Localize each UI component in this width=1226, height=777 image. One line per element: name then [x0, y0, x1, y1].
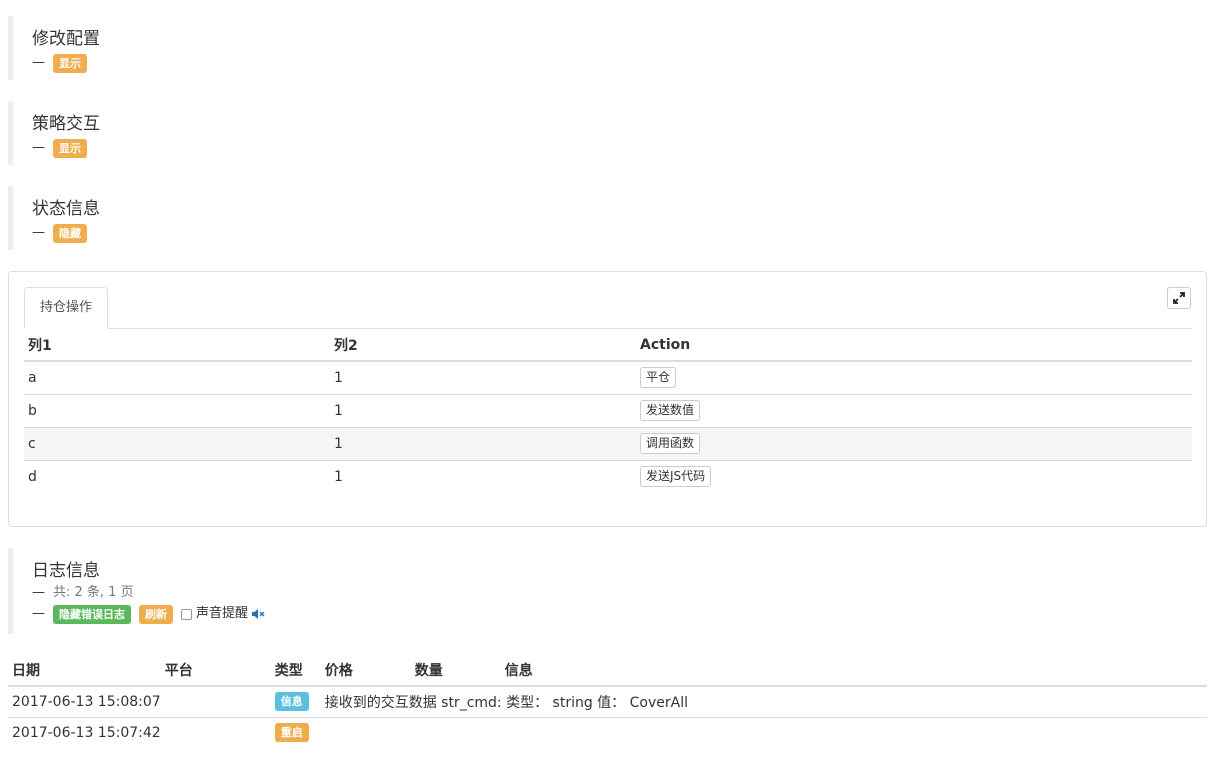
section-title: 策略交互 [32, 114, 100, 134]
dash: — [32, 606, 45, 621]
column-header: Action [636, 330, 1192, 362]
section-logs: 日志信息 — 共: 2 条, 1 页 — 隐藏错误日志 刷新 声音提醒 [8, 548, 1206, 634]
call-function-button[interactable]: 调用函数 [640, 433, 701, 454]
table-row: 2017-06-13 15:07:42 重启 [8, 716, 1207, 748]
column-header: 列2 [330, 330, 636, 362]
log-info [320, 716, 1207, 748]
log-platform [160, 716, 271, 748]
cell: c [24, 426, 330, 460]
section-interaction: 策略交互 — 显示 [8, 101, 1206, 165]
show-config-button[interactable]: 显示 [53, 53, 87, 73]
sound-alert-checkbox[interactable] [181, 608, 192, 620]
tab-bar: 持仓操作 [24, 287, 1191, 329]
send-js-code-button[interactable]: 发送JS代码 [640, 466, 712, 488]
section-config: 修改配置 — 显示 [8, 16, 1206, 80]
section-title: 修改配置 [32, 29, 100, 49]
column-header: 日期 [8, 655, 161, 687]
column-header: 类型 [270, 655, 321, 687]
column-header: 数量 [410, 655, 501, 687]
positions-table: 列1 列2 Action a 1 平仓 b 1 发送数值 c 1 调用函数 d … [24, 330, 1192, 493]
log-type-badge: 重启 [274, 723, 309, 743]
dash: — [32, 55, 45, 70]
speaker-muted-icon[interactable] [251, 608, 265, 620]
cell: 1 [330, 426, 636, 460]
refresh-button[interactable]: 刷新 [139, 604, 173, 624]
table-row: 2017-06-13 15:08:07 信息 接收到的交互数据 str_cmd:… [8, 685, 1207, 717]
send-value-button[interactable]: 发送数值 [640, 400, 701, 421]
expand-button[interactable] [1167, 287, 1191, 309]
log-date: 2017-06-13 15:08:07 [8, 685, 161, 717]
cell: 1 [330, 360, 636, 394]
cell: d [24, 459, 330, 493]
expand-icon [1173, 292, 1185, 304]
log-info: 接收到的交互数据 str_cmd: 类型： string 值： CoverAll [320, 685, 1207, 717]
column-header: 平台 [160, 655, 271, 687]
column-header: 信息 [500, 655, 1207, 687]
section-title: 日志信息 [32, 561, 100, 581]
dash: — [32, 140, 45, 155]
hide-error-logs-button[interactable]: 隐藏错误日志 [53, 604, 131, 624]
show-interaction-button[interactable]: 显示 [53, 138, 87, 158]
status-panel: 持仓操作 列1 列2 Action a 1 平仓 b 1 发送数值 c 1 调用… [8, 271, 1207, 527]
log-date: 2017-06-13 15:07:42 [8, 716, 161, 748]
dash: — [32, 585, 45, 600]
dash: — [32, 225, 45, 240]
table-row: b 1 发送数值 [24, 393, 1192, 427]
column-header: 列1 [24, 330, 330, 362]
cell: 1 [330, 459, 636, 493]
close-position-button[interactable]: 平仓 [640, 367, 677, 389]
column-header: 价格 [320, 655, 411, 687]
table-row: a 1 平仓 [24, 360, 1192, 394]
sound-alert-label: 声音提醒 [196, 606, 249, 621]
tab-positions[interactable]: 持仓操作 [24, 287, 109, 329]
section-status: 状态信息 — 隐藏 [8, 186, 1206, 250]
cell: 1 [330, 393, 636, 427]
log-type-badge: 信息 [274, 692, 309, 712]
log-summary: 共: 2 条, 1 页 [53, 585, 134, 600]
log-platform [160, 685, 271, 717]
cell: b [24, 393, 330, 427]
table-row: d 1 发送JS代码 [24, 459, 1192, 493]
table-row: c 1 调用函数 [24, 426, 1192, 460]
log-table: 日期 平台 类型 价格 数量 信息 2017-06-13 15:08:07 信息… [8, 655, 1207, 748]
cell: a [24, 360, 330, 394]
hide-status-button[interactable]: 隐藏 [53, 223, 87, 243]
section-title: 状态信息 [32, 199, 100, 219]
